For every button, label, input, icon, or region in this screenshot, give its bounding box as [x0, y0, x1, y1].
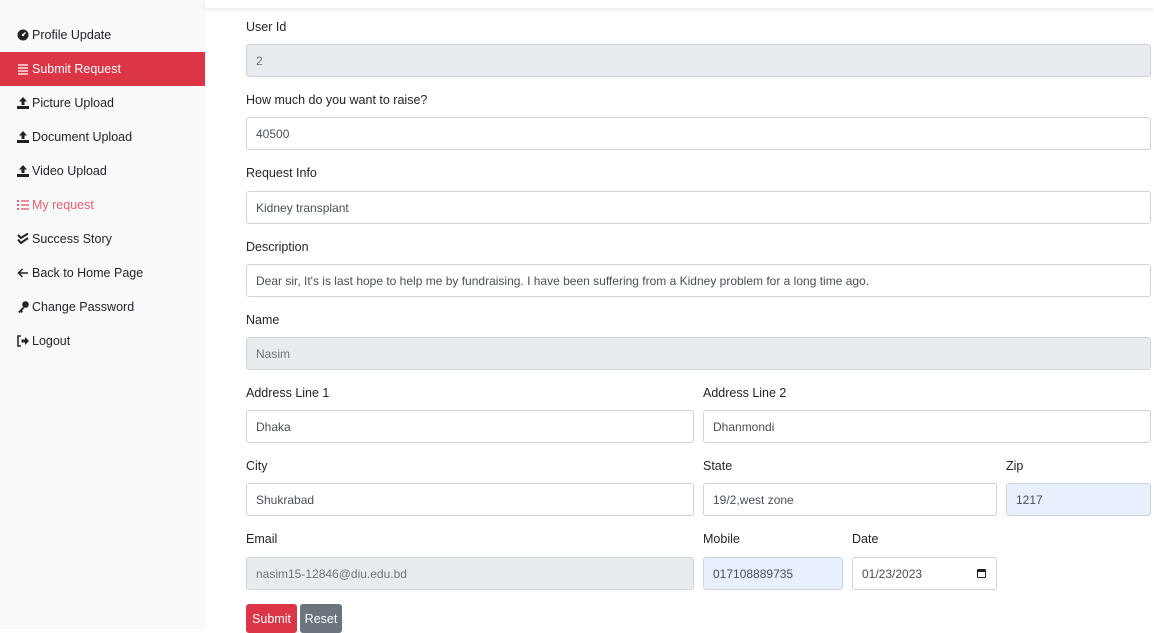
- sidebar: Profile Update Submit Request Picture Up…: [0, 0, 205, 629]
- date-label: Date: [852, 532, 879, 546]
- city-label: City: [246, 459, 268, 473]
- sidebar-item-label: Document Upload: [32, 130, 133, 144]
- description-field[interactable]: Dear sir, It's is last hope to help me b…: [246, 264, 1151, 297]
- sidebar-item-label: Submit Request: [32, 62, 121, 76]
- sidebar-item-video-upload[interactable]: Video Upload: [0, 154, 205, 188]
- tachometer-icon: [17, 29, 29, 41]
- state-field[interactable]: 19/2,west zone: [703, 483, 997, 516]
- upload-icon: [17, 97, 29, 109]
- sidebar-item-success-story[interactable]: Success Story: [0, 222, 205, 256]
- user-id-label: User Id: [246, 20, 287, 34]
- upload-icon: [17, 131, 29, 143]
- top-shadow-bar: [205, 0, 1154, 8]
- upload-icon: [17, 165, 29, 177]
- user-id-field[interactable]: 2: [246, 44, 1151, 77]
- sidebar-item-picture-upload[interactable]: Picture Upload: [0, 86, 205, 120]
- address1-field[interactable]: Dhaka: [246, 410, 694, 443]
- amount-label: How much do you want to raise?: [246, 93, 428, 107]
- request-info-label: Request Info: [246, 166, 317, 180]
- zip-field[interactable]: 1217: [1006, 483, 1151, 516]
- amount-field[interactable]: 40500: [246, 117, 1151, 150]
- check-double-icon: [17, 232, 29, 245]
- sign-out-icon: [17, 335, 29, 347]
- date-field[interactable]: 01/23/2023: [852, 557, 997, 590]
- sidebar-item-change-password[interactable]: Change Password: [0, 290, 205, 324]
- list-ol-icon: [17, 199, 29, 211]
- sidebar-item-profile-update[interactable]: Profile Update: [0, 18, 205, 52]
- sidebar-item-label: My request: [32, 198, 94, 212]
- arrow-left-icon: [17, 267, 29, 279]
- sidebar-item-label: Picture Upload: [32, 96, 114, 110]
- list-icon: [17, 63, 29, 75]
- sidebar-item-back-home[interactable]: Back to Home Page: [0, 256, 205, 290]
- sidebar-item-label: Back to Home Page: [32, 266, 144, 280]
- key-icon: [17, 301, 29, 313]
- sidebar-item-label: Profile Update: [32, 28, 112, 42]
- description-label: Description: [246, 240, 309, 254]
- address2-field[interactable]: Dhanmondi: [703, 410, 1151, 443]
- email-label: Email: [246, 532, 278, 546]
- calendar-icon[interactable]: [977, 569, 986, 578]
- sidebar-item-label: Logout: [32, 334, 71, 348]
- sidebar-item-label: Change Password: [32, 300, 135, 314]
- sidebar-item-document-upload[interactable]: Document Upload: [0, 120, 205, 154]
- name-field[interactable]: Nasim: [246, 337, 1151, 370]
- state-label: State: [703, 459, 733, 473]
- mobile-field[interactable]: 017108889735: [703, 557, 843, 590]
- request-info-field[interactable]: Kidney transplant: [246, 191, 1151, 224]
- mobile-label: Mobile: [703, 532, 740, 546]
- sidebar-item-submit-request[interactable]: Submit Request: [0, 52, 205, 86]
- address1-label: Address Line 1: [246, 386, 330, 400]
- address2-label: Address Line 2: [703, 386, 787, 400]
- zip-label: Zip: [1006, 459, 1024, 473]
- email-field[interactable]: nasim15-12846@diu.edu.bd: [246, 557, 694, 590]
- date-value: 01/23/2023: [862, 566, 923, 581]
- sidebar-item-my-request[interactable]: My request: [0, 188, 205, 222]
- sidebar-item-logout[interactable]: Logout: [0, 324, 205, 358]
- sidebar-item-label: Video Upload: [32, 164, 107, 178]
- city-field[interactable]: Shukrabad: [246, 483, 694, 516]
- name-label: Name: [246, 313, 280, 327]
- sidebar-item-label: Success Story: [32, 232, 112, 246]
